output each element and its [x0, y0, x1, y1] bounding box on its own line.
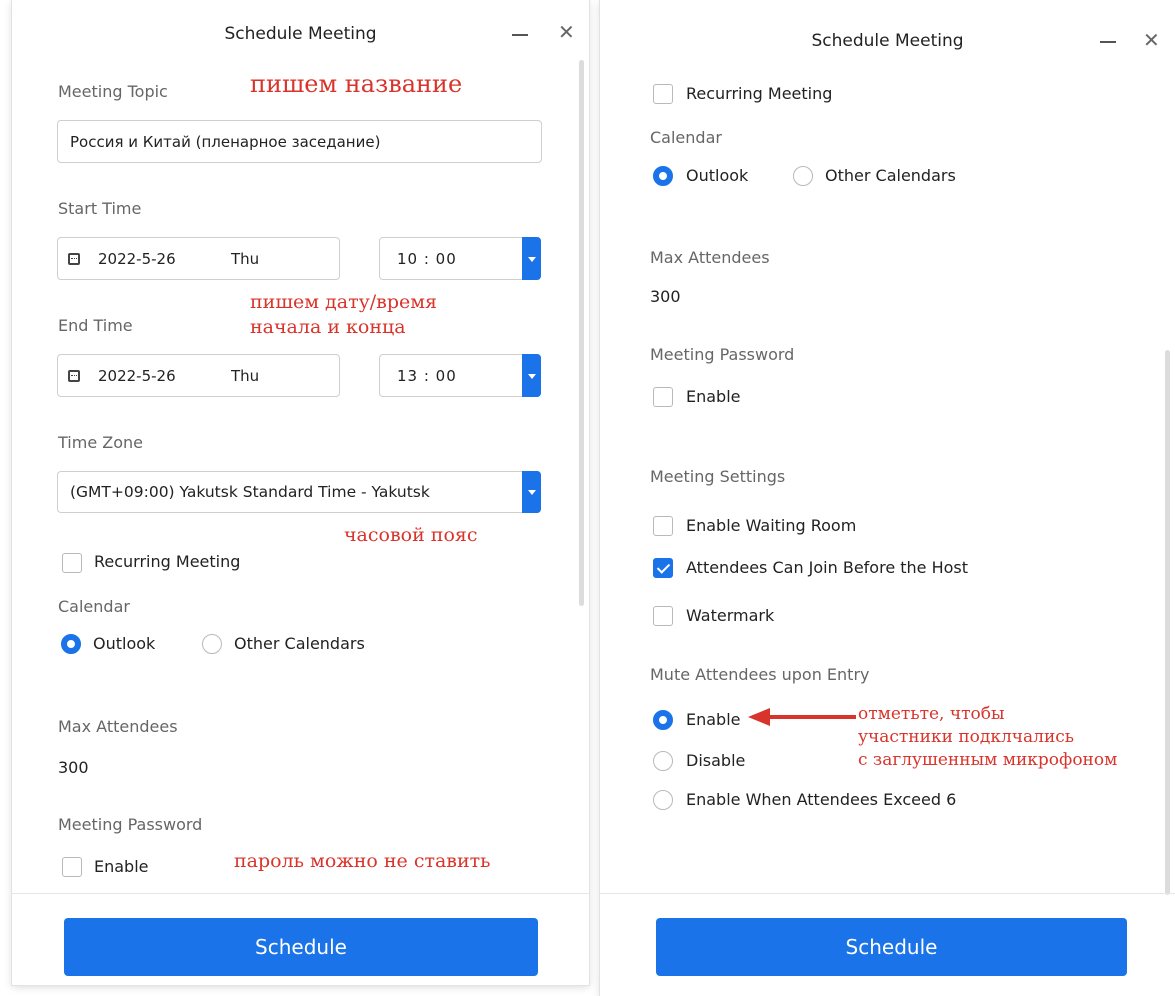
join-before-host-label: Attendees Can Join Before the Host — [686, 558, 969, 577]
calendar-icon — [68, 252, 80, 265]
schedule-meeting-window-right: Schedule Meeting ✕ Recurring Meeting Cal… — [600, 0, 1175, 996]
calendar-outlook-label: Outlook — [93, 634, 156, 653]
max-attendees-label: Max Attendees — [650, 248, 770, 267]
footer-divider — [12, 893, 589, 894]
scrollbar[interactable] — [1165, 350, 1170, 895]
calendar-outlook-radio[interactable] — [61, 634, 81, 654]
calendar-icon — [68, 369, 80, 382]
end-time-select[interactable]: 13 : 00 — [379, 354, 541, 397]
calendar-other-radio[interactable] — [202, 634, 222, 654]
meeting-topic-value: Россия и Китай (пленарное заседание) — [70, 132, 381, 151]
meeting-settings-label: Meeting Settings — [650, 467, 786, 486]
recurring-meeting-checkbox[interactable] — [62, 553, 82, 573]
max-attendees-label: Max Attendees — [58, 717, 178, 736]
recurring-meeting-label: Recurring Meeting — [686, 84, 833, 103]
annotation-password: пароль можно не ставить — [234, 850, 491, 872]
annotation-mute-line3: с заглушенным микрофоном — [858, 750, 1118, 770]
mute-enable-radio[interactable] — [653, 710, 673, 730]
calendar-label: Calendar — [650, 128, 722, 147]
join-before-host-checkbox[interactable] — [653, 558, 673, 578]
chevron-down-icon[interactable] — [522, 237, 541, 280]
chevron-down-icon[interactable] — [522, 354, 541, 397]
mute-enable-label: Enable — [686, 710, 741, 729]
annotation-mute-line1: отметьте, чтобы — [858, 704, 1005, 724]
meeting-topic-input[interactable]: Россия и Китай (пленарное заседание) — [57, 120, 542, 163]
meeting-password-label: Meeting Password — [650, 345, 795, 364]
calendar-label: Calendar — [58, 597, 130, 616]
annotation-timezone: часовой пояс — [344, 524, 478, 546]
meeting-password-label: Meeting Password — [58, 815, 203, 834]
mute-attendees-label: Mute Attendees upon Entry — [650, 665, 870, 684]
password-enable-label: Enable — [686, 387, 741, 406]
max-attendees-value: 300 — [650, 287, 681, 306]
time-zone-value: (GMT+09:00) Yakutsk Standard Time - Yaku… — [70, 483, 430, 501]
watermark-checkbox[interactable] — [653, 606, 673, 626]
end-time-label: End Time — [58, 316, 133, 335]
schedule-button[interactable]: Schedule — [656, 918, 1127, 976]
end-date-picker[interactable]: 2022-5-26 Thu — [57, 354, 340, 397]
title-bar: Schedule Meeting ✕ — [600, 0, 1175, 80]
minimize-icon[interactable] — [1100, 41, 1116, 43]
end-date: 2022-5-26 — [98, 366, 176, 385]
mute-exceed-radio[interactable] — [653, 790, 673, 810]
annotation-arrow-icon — [748, 708, 856, 726]
waiting-room-checkbox[interactable] — [653, 516, 673, 536]
annotation-mute-line2: участники подклчались — [858, 727, 1075, 747]
meeting-topic-label: Meeting Topic — [58, 82, 168, 101]
start-date-picker[interactable]: 2022-5-26 Thu — [57, 237, 340, 280]
start-time-value: 10 : 00 — [397, 249, 457, 268]
annotation-topic: пишем название — [250, 70, 463, 98]
start-time-select[interactable]: 10 : 00 — [379, 237, 541, 280]
footer-divider — [600, 893, 1175, 894]
recurring-meeting-label: Recurring Meeting — [94, 552, 241, 571]
window-title: Schedule Meeting — [811, 31, 964, 51]
mute-disable-label: Disable — [686, 751, 746, 770]
calendar-other-label: Other Calendars — [234, 634, 365, 653]
password-enable-label: Enable — [94, 857, 149, 876]
title-bar: Schedule Meeting ✕ — [12, 0, 589, 67]
schedule-button[interactable]: Schedule — [64, 918, 538, 976]
chevron-down-icon[interactable] — [522, 471, 541, 513]
minimize-icon[interactable] — [512, 34, 528, 36]
recurring-meeting-checkbox[interactable] — [653, 84, 673, 104]
time-zone-select[interactable]: (GMT+09:00) Yakutsk Standard Time - Yaku… — [57, 471, 541, 513]
window-title: Schedule Meeting — [224, 24, 377, 44]
annotation-datetime-line1: пишем дату/время — [250, 291, 438, 313]
annotation-datetime-line2: начала и конца — [250, 316, 406, 338]
password-enable-checkbox[interactable] — [62, 857, 82, 877]
annotation-mute: отметьте, чтобы участники подклчались с … — [858, 703, 1117, 772]
scrollbar[interactable] — [579, 60, 584, 606]
waiting-room-label: Enable Waiting Room — [686, 516, 857, 535]
close-icon[interactable]: ✕ — [1143, 30, 1160, 50]
watermark-label: Watermark — [686, 606, 775, 625]
calendar-outlook-radio[interactable] — [653, 166, 673, 186]
max-attendees-value: 300 — [58, 758, 89, 777]
annotation-datetime: пишем дату/время начала и конца — [250, 290, 437, 340]
start-date: 2022-5-26 — [98, 249, 176, 268]
end-day: Thu — [231, 366, 260, 385]
mute-exceed-label: Enable When Attendees Exceed 6 — [686, 790, 957, 809]
password-enable-checkbox[interactable] — [653, 387, 673, 407]
start-time-label: Start Time — [58, 199, 142, 218]
schedule-meeting-window-left: Schedule Meeting ✕ Meeting Topic пишем н… — [12, 0, 589, 985]
calendar-other-radio[interactable] — [793, 166, 813, 186]
mute-disable-radio[interactable] — [653, 751, 673, 771]
time-zone-label: Time Zone — [58, 433, 143, 452]
close-icon[interactable]: ✕ — [558, 22, 575, 42]
end-time-value: 13 : 00 — [397, 366, 457, 385]
calendar-other-label: Other Calendars — [825, 166, 956, 185]
calendar-outlook-label: Outlook — [686, 166, 749, 185]
start-day: Thu — [231, 249, 260, 268]
